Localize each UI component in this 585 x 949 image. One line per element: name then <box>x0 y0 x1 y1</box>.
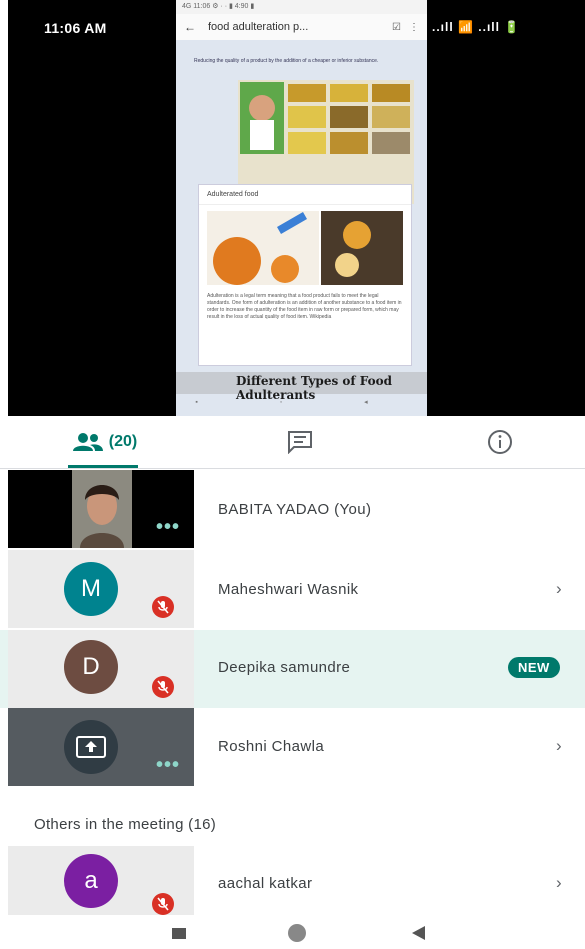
shared-url-bar: ← food adulteration p... ☑ ⋮ <box>176 14 427 41</box>
participant-name: Roshni Chawla <box>218 738 325 755</box>
more-dots-icon[interactable]: ••• <box>156 754 180 777</box>
mic-off-icon <box>152 893 174 915</box>
chat-icon <box>288 431 312 454</box>
shared-page: Reducing the quality of a product by the… <box>176 40 427 416</box>
participant-row-new[interactable]: D Deepika samundre NEW <box>0 630 585 708</box>
adulterated-food-card: Adulterated food Adulteration is a legal… <box>198 184 412 366</box>
participant-name: BABITA YADAO (You) <box>218 501 372 518</box>
mic-off-icon <box>152 596 174 618</box>
new-badge: NEW <box>508 657 560 678</box>
participant-thumbnail: a <box>8 846 194 915</box>
avatar: D <box>64 640 118 694</box>
share-icon: ☑ <box>392 21 401 33</box>
video-tile-left <box>8 0 176 416</box>
avatar: a <box>64 854 118 908</box>
people-icon <box>72 433 103 451</box>
shared-status-bar: 4G 11:06 ⚙ · · ▮ 4:90 ▮ <box>176 0 427 14</box>
participant-thumbnail: D <box>8 630 194 708</box>
card-title: Adulterated food <box>199 185 411 205</box>
video-stage: 11:06 AM ..ıll 📶 ..ıll 🔋 4G 11:06 ⚙ · · … <box>0 0 585 416</box>
tab-info[interactable] <box>460 416 540 468</box>
recents-icon[interactable] <box>172 928 186 939</box>
info-icon <box>488 430 512 454</box>
shared-url: food adulteration p... <box>208 21 309 33</box>
presenting-thumbnail: ••• <box>8 708 194 786</box>
tab-people[interactable]: (20) <box>40 416 170 468</box>
back-arrow-icon: ← <box>184 20 196 34</box>
video-tile-right <box>427 0 585 416</box>
chevron-right-icon[interactable]: › <box>556 873 562 893</box>
participant-name: Deepika samundre <box>218 659 351 676</box>
tab-bar: (20) <box>0 416 585 469</box>
participant-row[interactable]: ••• Roshni Chawla › <box>0 708 585 786</box>
back-icon[interactable] <box>412 926 426 940</box>
avatar: M <box>64 562 118 616</box>
people-count: (20) <box>108 433 138 450</box>
participant-row-self[interactable]: ••• BABITA YADAO (You) <box>0 470 585 548</box>
shared-caption: Reducing the quality of a product by the… <box>194 58 379 64</box>
chevron-right-icon[interactable]: › <box>556 579 562 599</box>
shared-screen[interactable]: 4G 11:06 ⚙ · · ▮ 4:90 ▮ ← food adulterat… <box>176 0 427 416</box>
participant-row[interactable]: M Maheshwari Wasnik › <box>0 550 585 628</box>
adulterated-food-image <box>207 211 403 285</box>
card-text: Adulteration is a legal term meaning tha… <box>207 293 402 320</box>
more-dots-icon[interactable]: ••• <box>156 516 180 539</box>
status-time: 11:06 AM <box>44 20 107 36</box>
status-icons: ..ıll 📶 ..ıll 🔋 <box>432 20 521 34</box>
others-header: Others in the meeting (16) <box>34 816 217 833</box>
present-screen-icon <box>64 720 118 774</box>
system-nav-bar <box>0 915 585 949</box>
participant-name: aachal katkar <box>218 875 313 892</box>
chevron-right-icon[interactable]: › <box>556 736 562 756</box>
tab-active-indicator <box>68 465 138 468</box>
tab-chat[interactable] <box>260 416 340 468</box>
shared-nav-bar: ▪ ◦ ◂ <box>195 399 408 406</box>
participant-thumbnail: M <box>8 550 194 628</box>
self-camera-image <box>72 470 132 548</box>
mic-off-icon <box>152 676 174 698</box>
participant-row[interactable]: a aachal katkar › <box>0 846 585 924</box>
more-vert-icon: ⋮ <box>409 21 419 33</box>
home-icon[interactable] <box>288 924 306 942</box>
self-video-thumbnail: ••• <box>8 470 194 548</box>
participant-name: Maheshwari Wasnik <box>218 581 359 598</box>
